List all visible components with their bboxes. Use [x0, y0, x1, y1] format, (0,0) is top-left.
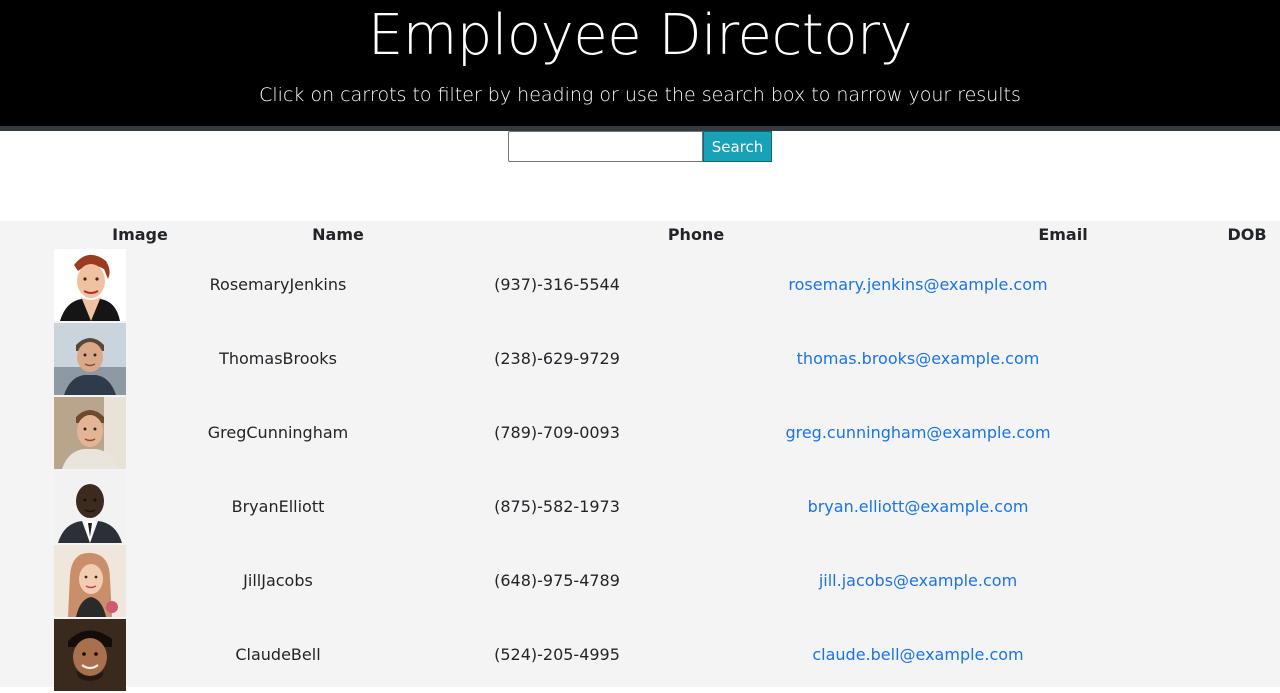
employee-phone: (648)-975-4789	[494, 571, 620, 590]
employee-phone: (875)-582-1973	[494, 497, 620, 516]
employee-name: RosemaryJenkins	[209, 275, 347, 294]
employee-email-link[interactable]: thomas.brooks@example.com	[797, 349, 1040, 369]
employee-email-link[interactable]: bryan.elliott@example.com	[808, 497, 1029, 517]
employee-name: GregCunningham	[207, 423, 349, 442]
employee-email-link[interactable]: rosemary.jenkins@example.com	[788, 275, 1047, 295]
page-header: Employee Directory Click on carrots to f…	[0, 0, 1280, 126]
page-title: Employee Directory	[367, 3, 913, 68]
employee-photo	[54, 619, 126, 691]
employee-name: ClaudeBell	[235, 645, 321, 664]
employee-name: BryanElliott	[231, 497, 325, 516]
employee-email-link[interactable]: claude.bell@example.com	[812, 645, 1023, 665]
employee-name: ThomasBrooks	[219, 349, 337, 368]
column-header-name[interactable]: Name	[312, 225, 364, 245]
column-header-email[interactable]: Email	[1038, 225, 1087, 245]
table-row: BryanElliott (875)-582-1973 bryan.elliot…	[0, 471, 1280, 545]
employee-email-link[interactable]: jill.jacobs@example.com	[819, 571, 1017, 591]
employee-phone: (789)-709-0093	[494, 423, 620, 442]
employee-photo	[54, 471, 126, 543]
employee-phone: (937)-316-5544	[494, 275, 620, 294]
table-row: ThomasBrooks (238)-629-9729 thomas.brook…	[0, 323, 1280, 397]
employee-table: Image Name Phone Email DOB RosemaryJenki…	[0, 221, 1280, 691]
employee-photo	[54, 397, 126, 469]
search-input[interactable]	[508, 131, 703, 162]
column-header-image[interactable]: Image	[112, 225, 168, 245]
column-header-phone[interactable]: Phone	[668, 225, 724, 245]
table-row: RosemaryJenkins (937)-316-5544 rosemary.…	[0, 249, 1280, 323]
column-header-dob[interactable]: DOB	[1227, 225, 1266, 245]
search-bar: Search	[508, 131, 772, 162]
employee-photo	[54, 545, 126, 617]
table-row: GregCunningham (789)-709-0093 greg.cunni…	[0, 397, 1280, 471]
table-row: JillJacobs (648)-975-4789 jill.jacobs@ex…	[0, 545, 1280, 619]
page-subtitle: Click on carrots to filter by heading or…	[259, 84, 1021, 106]
employee-photo	[54, 249, 126, 321]
employee-photo	[54, 323, 126, 395]
employee-name: JillJacobs	[243, 571, 313, 590]
table-row: ClaudeBell (524)-205-4995 claude.bell@ex…	[0, 619, 1280, 693]
employee-phone: (238)-629-9729	[494, 349, 620, 368]
employee-email-link[interactable]: greg.cunningham@example.com	[785, 423, 1050, 443]
employee-phone: (524)-205-4995	[494, 645, 620, 664]
search-button[interactable]: Search	[703, 131, 772, 162]
